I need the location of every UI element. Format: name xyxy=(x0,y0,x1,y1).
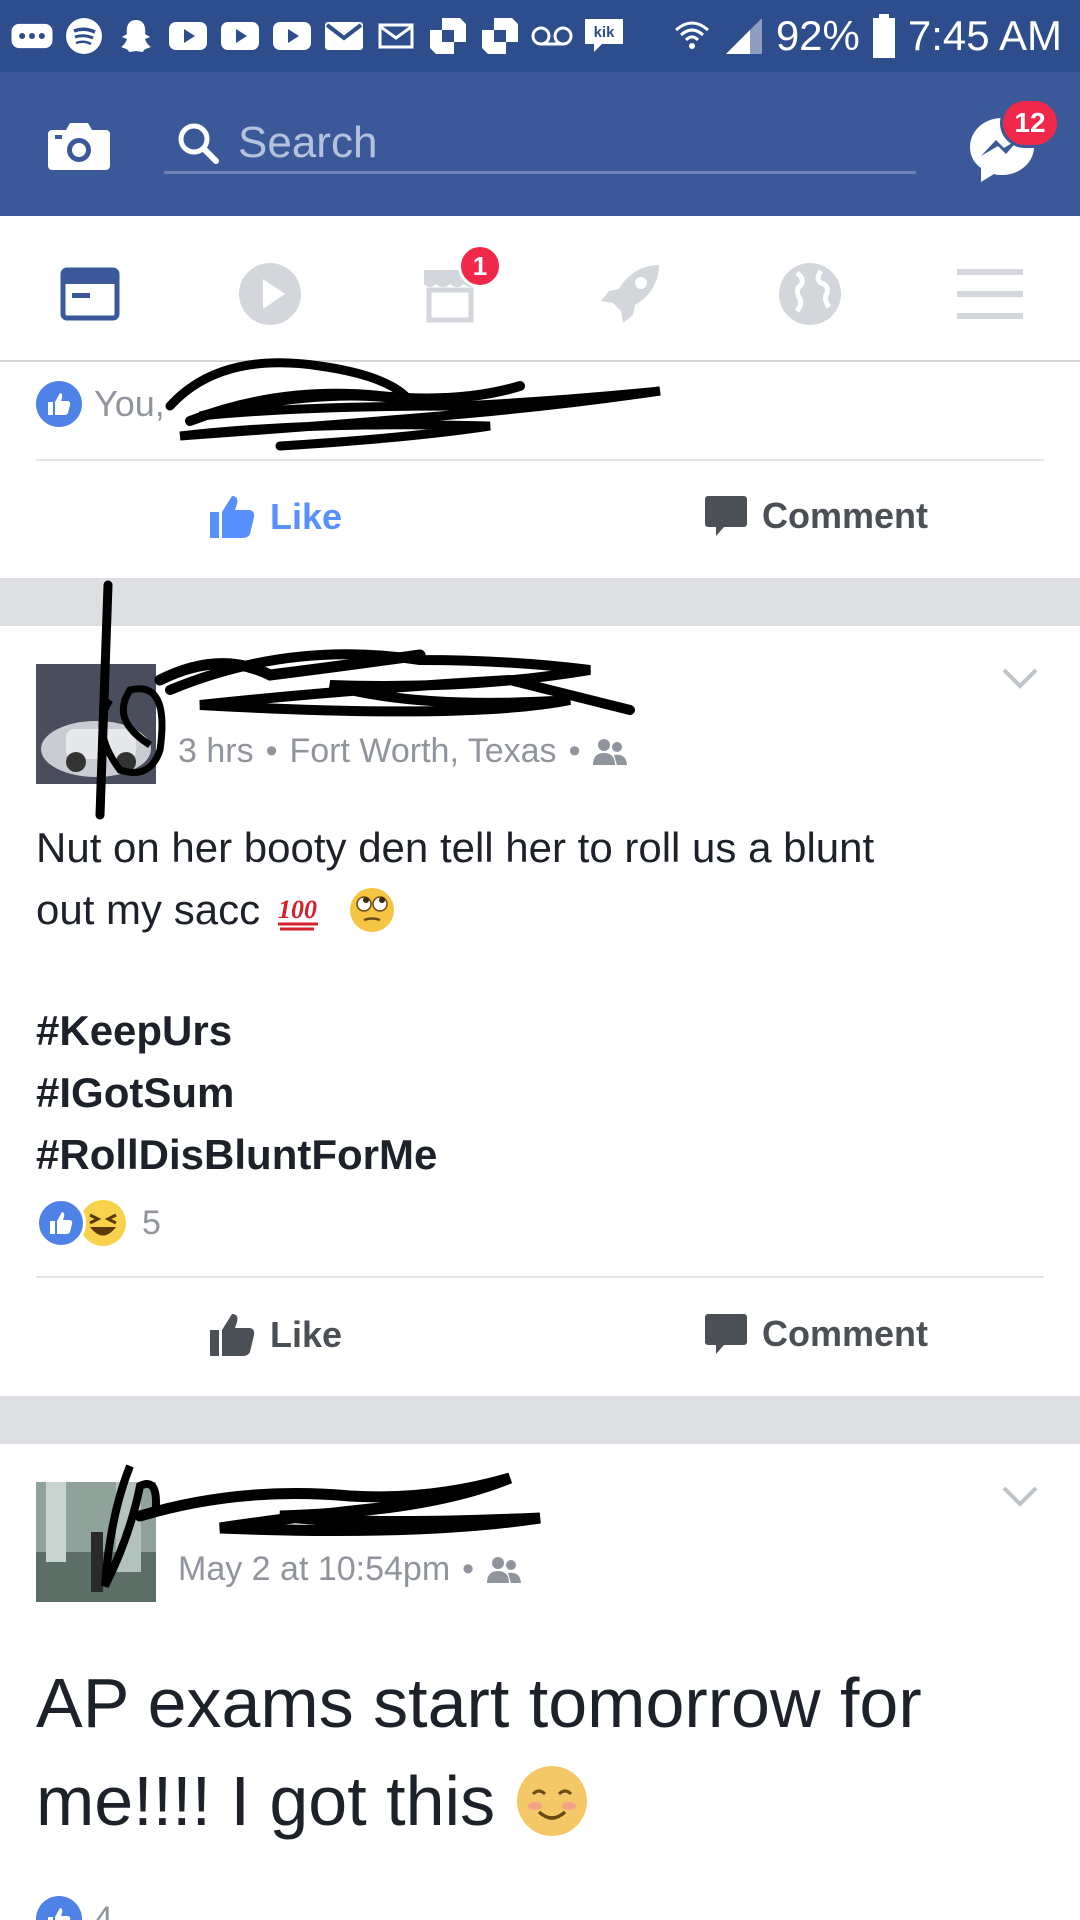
status-bar: kik 92% 7:45 AM xyxy=(0,0,1080,72)
rolling-eyes-emoji-icon xyxy=(350,888,395,932)
friends-privacy-icon xyxy=(593,738,628,765)
hashtag-link[interactable]: #IGotSum xyxy=(36,1062,437,1124)
youtube-icon-1 xyxy=(166,16,210,56)
comment-icon xyxy=(705,1314,747,1354)
search-input[interactable] xyxy=(238,117,838,168)
tab-news-feed[interactable] xyxy=(50,256,130,332)
likes-summary-text: You, xyxy=(94,383,165,424)
tab-globe-notifications[interactable] xyxy=(770,256,850,332)
video-play-icon xyxy=(239,263,301,325)
reactions-summary[interactable]: 5 xyxy=(36,1198,161,1248)
email-icon xyxy=(374,16,418,56)
battery-icon xyxy=(872,14,895,58)
like-button[interactable]: Like xyxy=(208,1312,342,1358)
marketplace-badge: 1 xyxy=(458,244,502,288)
like-label: Like xyxy=(270,1314,343,1355)
battery-percent: 92% xyxy=(775,12,860,59)
globe-icon xyxy=(779,263,841,325)
post-time[interactable]: 3 hrs xyxy=(178,732,254,771)
post-text-line2: out my sacc xyxy=(36,886,261,933)
post-text: AP exams start tomorrow for me!!!! I got… xyxy=(36,1654,1046,1850)
signal-icon xyxy=(725,18,762,54)
gmail-icon xyxy=(322,16,366,56)
hashtags: #KeepUrs #IGotSum #RollDisBluntForMe xyxy=(36,1000,437,1186)
avatar[interactable] xyxy=(36,1482,156,1602)
rocket-icon xyxy=(601,265,659,323)
voicemail-icon xyxy=(530,16,574,56)
comment-icon xyxy=(705,496,747,536)
tab-video[interactable] xyxy=(230,256,310,332)
comment-button[interactable]: Comment xyxy=(704,494,928,538)
post-text-line2: me!!!! I got this xyxy=(36,1762,496,1840)
chase-icon-1 xyxy=(426,16,470,56)
comment-label: Comment xyxy=(762,495,929,536)
clock: 7:45 AM xyxy=(907,12,1062,59)
hamburger-menu-icon xyxy=(957,269,1023,319)
like-reaction-icon xyxy=(36,1896,82,1920)
tab-explore[interactable] xyxy=(590,256,670,332)
snapchat-icon xyxy=(114,16,158,56)
post-location[interactable]: Fort Worth, Texas xyxy=(290,732,557,771)
like-reaction-icon xyxy=(36,381,82,427)
post-time[interactable]: May 2 at 10:54pm xyxy=(178,1550,450,1589)
comment-label: Comment xyxy=(762,1313,929,1354)
divider xyxy=(36,459,1044,461)
avatar[interactable] xyxy=(36,664,156,784)
news-feed-icon xyxy=(60,267,120,321)
redaction-scribble xyxy=(165,358,661,451)
hashtag-link[interactable]: #KeepUrs xyxy=(36,1000,437,1062)
nav-tabs: 1 xyxy=(0,216,1080,362)
post-text: Nut on her booty den tell her to roll us… xyxy=(36,817,874,941)
like-label: Like xyxy=(270,496,343,537)
thumbs-up-icon xyxy=(210,1314,255,1356)
svg-text:100: 100 xyxy=(278,895,317,924)
messenger-badge: 12 xyxy=(1000,98,1060,148)
search-icon xyxy=(178,123,219,164)
reaction-count: 5 xyxy=(142,1203,161,1242)
reaction-count: 4 xyxy=(94,1899,113,1920)
feed-separator xyxy=(0,1396,1080,1444)
post-meta: 3 hrs • Fort Worth, Texas • xyxy=(178,732,628,771)
chevron-down-icon[interactable] xyxy=(1000,664,1040,694)
post-meta: May 2 at 10:54pm • xyxy=(178,1550,522,1589)
svg-text:kik: kik xyxy=(594,24,616,41)
spotify-icon xyxy=(62,16,106,56)
camera-icon[interactable] xyxy=(46,120,112,172)
post-text-line1: Nut on her booty den tell her to roll us… xyxy=(36,824,875,871)
chase-icon-2 xyxy=(478,16,522,56)
feed-separator xyxy=(0,578,1080,626)
hundred-emoji-icon: 100 xyxy=(278,895,319,931)
friends-privacy-icon xyxy=(487,1556,522,1583)
app-header: 12 xyxy=(0,72,1080,216)
likes-summary[interactable]: You, xyxy=(36,380,165,428)
smiling-blush-emoji-icon xyxy=(517,1766,588,1836)
wifi-icon xyxy=(674,21,709,49)
reactions-summary[interactable]: 4 xyxy=(36,1896,113,1920)
chevron-down-icon[interactable] xyxy=(1000,1482,1040,1512)
youtube-icon-3 xyxy=(270,16,314,56)
like-button[interactable]: Like xyxy=(208,494,342,540)
system-status: 92% 7:45 AM xyxy=(672,10,1062,62)
like-reaction-icon xyxy=(36,1198,86,1248)
thumbs-up-icon xyxy=(210,496,255,538)
kik-icon: kik xyxy=(582,16,626,56)
more-notifications-icon xyxy=(10,16,54,56)
divider xyxy=(36,1276,1044,1278)
youtube-icon-2 xyxy=(218,16,262,56)
comment-button[interactable]: Comment xyxy=(704,1312,928,1356)
tab-menu[interactable] xyxy=(950,256,1030,332)
post-text-line1: AP exams start tomorrow for xyxy=(36,1664,922,1742)
notification-icons: kik xyxy=(10,14,626,58)
search-bar[interactable] xyxy=(164,114,916,174)
hashtag-link[interactable]: #RollDisBluntForMe xyxy=(36,1124,437,1186)
